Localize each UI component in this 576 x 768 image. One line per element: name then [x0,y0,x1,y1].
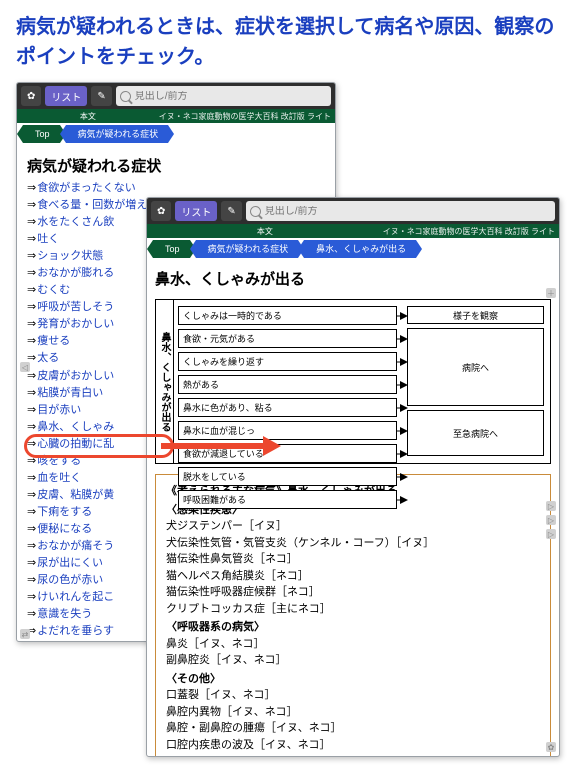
cond-item: 犬伝染性気管・気管支炎（ケンネル・コーフ）［イヌ］ [166,535,540,552]
stripe-center: 本文 [17,111,159,122]
conditions-box: 《考えられる主な病気》鼻水、くしゃみが出る〈感染性疾患〉犬ジステンパー［イヌ］犬… [155,474,551,756]
detail-title: 鼻水、くしゃみが出る [155,268,551,289]
crumb-parent[interactable]: 病気が疑われる症状 [196,240,299,258]
stripe-center: 本文 [147,226,383,237]
green-stripe: 本文 イヌ・ネコ家庭動物の医学大百科 改訂版 ライト [17,109,335,123]
list-button[interactable]: リスト [175,201,217,221]
breadcrumb: Top 病気が疑われる症状 [17,123,335,145]
rail-tri-icon[interactable]: ▷ [546,529,556,539]
pen-icon[interactable]: ✎ [91,86,111,106]
crumb-current[interactable]: 病気が疑われる症状 [66,125,169,143]
breadcrumb: Top 病気が疑われる症状 鼻水、くしゃみが出る [147,238,559,260]
front-panel: ✿ リスト ✎ 本文 イヌ・ネコ家庭動物の医学大百科 改訂版 ライト Top 病… [146,197,560,757]
cond-subheading: 〈その他〉 [166,671,540,688]
cond-note: ●病気の診断や治療などの詳細は『イヌ・ネコ家庭動物の医学大百 [166,755,540,756]
cond-item: 副鼻腔炎［イヌ、ネコ］ [166,652,540,669]
flow-right-col: 様子を観察 病院へ 至急病院へ [401,300,550,463]
search-input[interactable] [135,91,327,102]
gear-icon[interactable]: ✿ [151,201,171,221]
flow-outcome: 至急病院へ [407,410,544,456]
flow-outcome: 様子を観察 [407,306,544,324]
search-input[interactable] [265,206,551,217]
headline: 病気が疑われるときは、症状を選択して病名や原因、観察のポイントをチェック。 [0,0,576,80]
crumb-current[interactable]: 鼻水、くしゃみが出る [304,240,416,258]
rail-tri-icon[interactable]: ▷ [546,501,556,511]
flow-condition: 脱水をしている [178,467,397,486]
rail-tri-icon[interactable]: ▷ [546,515,556,525]
flow-condition: 鼻水に血が混じっ [178,421,397,440]
search-box[interactable] [116,86,331,106]
flow-condition: 食欲が減退している [178,444,397,463]
cond-item: 猫伝染性鼻気管炎［ネコ］ [166,551,540,568]
symptom-link[interactable]: 食欲がまったくない [27,180,325,197]
cond-item: 鼻腔・副鼻腔の腫瘍［イヌ、ネコ］ [166,720,540,737]
flow-vlabel: 鼻水、くしゃみが出る [156,300,174,463]
cond-item: 口腔内疾患の波及［イヌ、ネコ］ [166,737,540,754]
flow-outcome: 病院へ [407,328,544,406]
pen-icon[interactable]: ✎ [221,201,241,221]
rail-tri-icon[interactable]: ◁ [20,362,30,372]
stage: ✿ リスト ✎ 本文 イヌ・ネコ家庭動物の医学大百科 改訂版 ライト Top 病… [16,82,560,762]
gear-icon[interactable]: ✿ [21,86,41,106]
search-box[interactable] [246,201,555,221]
search-icon [120,91,131,102]
cond-item: 鼻腔内異物［イヌ、ネコ］ [166,704,540,721]
cond-item: クリプトコッカス症［主にネコ］ [166,601,540,618]
flow-condition: くしゃみは一時的である [178,306,397,325]
stripe-right: イヌ・ネコ家庭動物の医学大百科 改訂版 ライト [159,111,335,122]
list-button[interactable]: リスト [45,86,87,106]
stripe-right: イヌ・ネコ家庭動物の医学大百科 改訂版 ライト [383,226,559,237]
gear-icon[interactable]: ✿ [546,742,556,752]
page-title: 病気が疑われる症状 [27,155,325,176]
flow-condition: くしゃみを繰り返す [178,352,397,371]
cond-subheading: 〈呼吸器系の病気〉 [166,619,540,636]
toolbar: ✿ リスト ✎ [147,198,559,224]
flow-condition: 呼吸困難がある [178,490,397,509]
flowchart: 鼻水、くしゃみが出る くしゃみは一時的である食欲・元気があるくしゃみを繰り返す熱… [155,299,551,464]
front-body: 鼻水、くしゃみが出る 鼻水、くしゃみが出る くしゃみは一時的である食欲・元気があ… [147,260,559,756]
green-stripe: 本文 イヌ・ネコ家庭動物の医学大百科 改訂版 ライト [147,224,559,238]
plus-icon[interactable]: ＋ [546,288,556,298]
flow-condition: 鼻水に色があり、粘る [178,398,397,417]
flow-condition: 熱がある [178,375,397,394]
toolbar: ✿ リスト ✎ [17,83,335,109]
cond-item: 猫伝染性呼吸器症候群［ネコ］ [166,584,540,601]
flow-left-col: くしゃみは一時的である食欲・元気があるくしゃみを繰り返す熱がある鼻水に色があり、… [174,300,401,463]
cond-item: 猫ヘルペス角結膜炎［ネコ］ [166,568,540,585]
cond-item: 鼻炎［イヌ、ネコ］ [166,636,540,653]
rail-swap-icon[interactable]: ⇄ [20,629,30,639]
flow-condition: 食欲・元気がある [178,329,397,348]
left-rail: ◁ ⇄ [19,109,31,639]
cond-item: 口蓋裂［イヌ、ネコ］ [166,687,540,704]
search-icon [250,206,261,217]
right-rail: ＋ ▷ ▷ ▷ ✿ [545,288,557,752]
cond-item: 犬ジステンパー［イヌ］ [166,518,540,535]
crumb-top[interactable]: Top [153,240,190,258]
